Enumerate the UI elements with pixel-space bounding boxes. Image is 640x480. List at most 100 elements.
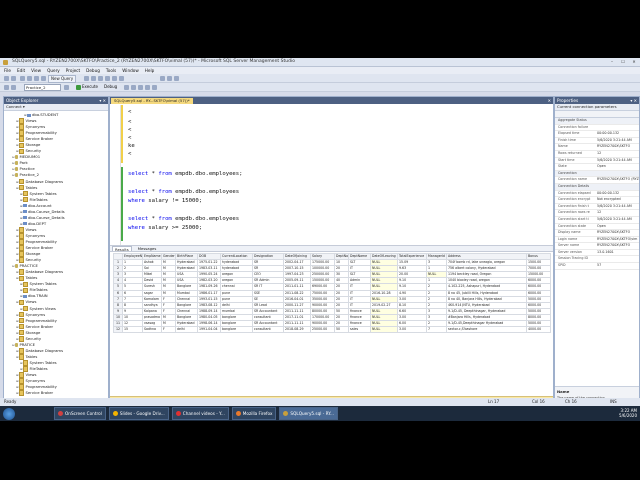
table-cell[interactable]: banglore bbox=[220, 326, 253, 334]
connect-dropdown[interactable]: Connect ▾ bbox=[6, 104, 25, 109]
property-row[interactable]: Finish time 5/6/2020 3:21:44 AM bbox=[555, 138, 639, 145]
property-category[interactable]: Aggregate Status bbox=[555, 118, 639, 125]
property-row[interactable]: Connection start ti 5/6/2020 3:21:44 AM bbox=[555, 217, 639, 224]
property-row[interactable]: Connection encrypt Not encrypted bbox=[555, 197, 639, 204]
table-cell[interactable]: Hyderabad bbox=[175, 320, 198, 328]
connect-icon[interactable] bbox=[4, 84, 9, 90]
table-cell[interactable]: 25000.00 bbox=[310, 326, 335, 334]
pin-icon[interactable]: ▾ ✕ bbox=[630, 97, 637, 104]
display-plan-icon[interactable] bbox=[131, 84, 136, 90]
table-cell[interactable]: consultant bbox=[252, 326, 284, 334]
menu-project[interactable]: Project bbox=[66, 67, 80, 74]
column-header[interactable]: TotalExperience bbox=[397, 252, 427, 261]
row-number[interactable]: 12 bbox=[113, 326, 123, 334]
close-button[interactable]: ✕ bbox=[630, 59, 638, 64]
redo-icon[interactable] bbox=[119, 75, 124, 81]
maximize-button[interactable]: ☐ bbox=[619, 59, 627, 64]
table-cell[interactable]: 1986-01-17 bbox=[197, 289, 221, 297]
property-category[interactable]: Connection Details bbox=[555, 183, 639, 191]
property-row[interactable]: Server name RYZEN2700X\SKTFO bbox=[555, 243, 639, 250]
table-cell[interactable]: NULL bbox=[370, 326, 398, 334]
execute-icon[interactable] bbox=[76, 84, 81, 90]
table-cell[interactable]: delhi bbox=[175, 326, 198, 334]
table-row[interactable]: 12 15 Sadhna Fdelhi 1991-04-04 banglore consul… bbox=[113, 326, 551, 334]
property-row[interactable]: Name RYZEN2700X\SKTFO bbox=[555, 144, 639, 151]
results-grid[interactable]: EmployeeNo EmpName Gender BirthPlace DOB Curr… bbox=[113, 252, 551, 334]
column-header[interactable]: DateOfJoining bbox=[283, 252, 311, 261]
property-category[interactable]: Connection bbox=[555, 170, 639, 178]
comment-icon[interactable] bbox=[145, 84, 150, 90]
taskbar-item[interactable]: Mozilla Firefox bbox=[231, 407, 277, 420]
property-row[interactable]: Connection name RYZEN2700X\SKTFO (RYZ bbox=[555, 177, 639, 184]
back-icon[interactable] bbox=[4, 75, 9, 81]
column-header[interactable]: Gender bbox=[161, 252, 176, 261]
table-cell[interactable]: 1982-03-20 bbox=[197, 277, 221, 285]
property-row[interactable]: Connection finish t 5/6/2020 3:21:44 AM bbox=[555, 204, 639, 211]
table-cell[interactable]: 4000.00 bbox=[526, 326, 551, 334]
table-cell[interactable]: 1980-04-05 bbox=[197, 313, 221, 322]
property-row[interactable]: Connection failure bbox=[555, 125, 639, 132]
property-row[interactable]: Elapsed time 00:00:00.132 bbox=[555, 131, 639, 138]
menu-tools[interactable]: Tools bbox=[106, 67, 116, 74]
table-cell[interactable]: 1993-01-15 bbox=[197, 295, 221, 303]
properties-icon[interactable] bbox=[174, 75, 179, 81]
cut-icon[interactable] bbox=[91, 75, 96, 81]
table-cell[interactable]: 7 bbox=[426, 326, 447, 334]
property-row[interactable]: Connection state Open bbox=[555, 224, 639, 231]
pin-icon[interactable]: ▾ ✕ bbox=[99, 97, 106, 104]
property-row[interactable]: Server version 13.0.1601 bbox=[555, 250, 639, 257]
table-cell[interactable]: 1975-01-22 bbox=[197, 259, 221, 267]
table-cell[interactable]: prasadma bbox=[142, 313, 162, 322]
query-tab[interactable]: SQLQuery5.sql - RY...SKTFO\vimal (57))* bbox=[111, 98, 193, 104]
property-row[interactable]: Rows returned 12 bbox=[555, 151, 639, 158]
taskbar-item[interactable]: Channel videos - Y... bbox=[171, 407, 229, 420]
menu-file[interactable]: File bbox=[4, 67, 11, 74]
menu-help[interactable]: Help bbox=[145, 67, 155, 74]
copy-icon[interactable] bbox=[98, 75, 103, 81]
find-icon[interactable] bbox=[160, 75, 165, 81]
parse-icon[interactable] bbox=[124, 84, 129, 90]
tree-node[interactable]: ⊞ Service Broker bbox=[4, 390, 108, 396]
uncomment-icon[interactable] bbox=[152, 84, 157, 90]
table-cell[interactable]: 1991-04-04 bbox=[197, 326, 221, 334]
property-row[interactable]: State Open bbox=[555, 164, 639, 171]
table-cell[interactable]: Hyderabad bbox=[175, 259, 198, 267]
column-header[interactable]: DeptNo bbox=[334, 252, 349, 261]
table-cell[interactable]: 2018-08-29 bbox=[283, 326, 311, 334]
save-all-icon[interactable] bbox=[41, 75, 46, 81]
menu-view[interactable]: View bbox=[31, 67, 41, 74]
database-selector[interactable]: Practice_2 bbox=[24, 84, 61, 91]
property-row[interactable]: Start time 5/6/2020 3:21:44 AM bbox=[555, 158, 639, 165]
chevron-down-icon[interactable] bbox=[64, 84, 69, 90]
table-cell[interactable]: 1983-03-11 bbox=[197, 265, 221, 273]
tab-results[interactable]: Results bbox=[112, 246, 132, 252]
close-icon[interactable]: ✕ bbox=[548, 98, 551, 103]
column-header[interactable]: ManagerId bbox=[426, 252, 447, 261]
table-cell[interactable]: 1983-08-12 bbox=[197, 301, 221, 309]
taskbar-item[interactable]: SQLQuery5.sql - RY... bbox=[279, 407, 338, 420]
windows-start-button[interactable] bbox=[3, 407, 15, 420]
taskbar-item[interactable]: Slides - Google Driv... bbox=[108, 407, 169, 420]
column-header[interactable]: EmployeeNo bbox=[122, 252, 143, 261]
undo-icon[interactable] bbox=[112, 75, 117, 81]
debug-button[interactable]: Debug bbox=[104, 84, 117, 90]
table-cell[interactable]: 1981-09-26 bbox=[197, 283, 221, 291]
column-header[interactable]: DateOfLeaving bbox=[370, 252, 398, 261]
taskbar-item[interactable]: OnScreen Control bbox=[54, 407, 106, 420]
change-connection-icon[interactable] bbox=[11, 84, 16, 90]
system-clock[interactable]: 3:22 AM 5/6/2020 bbox=[619, 408, 637, 418]
menu-edit[interactable]: Edit bbox=[17, 67, 25, 74]
property-row[interactable]: SPID 57 bbox=[555, 263, 639, 270]
menu-query[interactable]: Query bbox=[47, 67, 60, 74]
property-row[interactable]: Login name RYZEN2700X\SKTFO\vim bbox=[555, 237, 639, 244]
property-row[interactable]: Connection rows re 12 bbox=[555, 210, 639, 217]
table-cell[interactable]: 1988-09-14 bbox=[197, 307, 221, 315]
menu-debug[interactable]: Debug bbox=[86, 67, 100, 74]
minimize-button[interactable]: – bbox=[608, 59, 616, 64]
property-row[interactable]: Display name RYZEN2700X\SKTFO bbox=[555, 230, 639, 237]
properties-object[interactable]: Current connection parameters bbox=[555, 104, 639, 111]
save-icon[interactable] bbox=[34, 75, 39, 81]
table-cell[interactable]: 1990-05-24 bbox=[197, 271, 221, 279]
new-query-button[interactable]: New Query bbox=[48, 75, 77, 83]
property-row[interactable]: Connection elapsed 00:00:00.132 bbox=[555, 191, 639, 198]
